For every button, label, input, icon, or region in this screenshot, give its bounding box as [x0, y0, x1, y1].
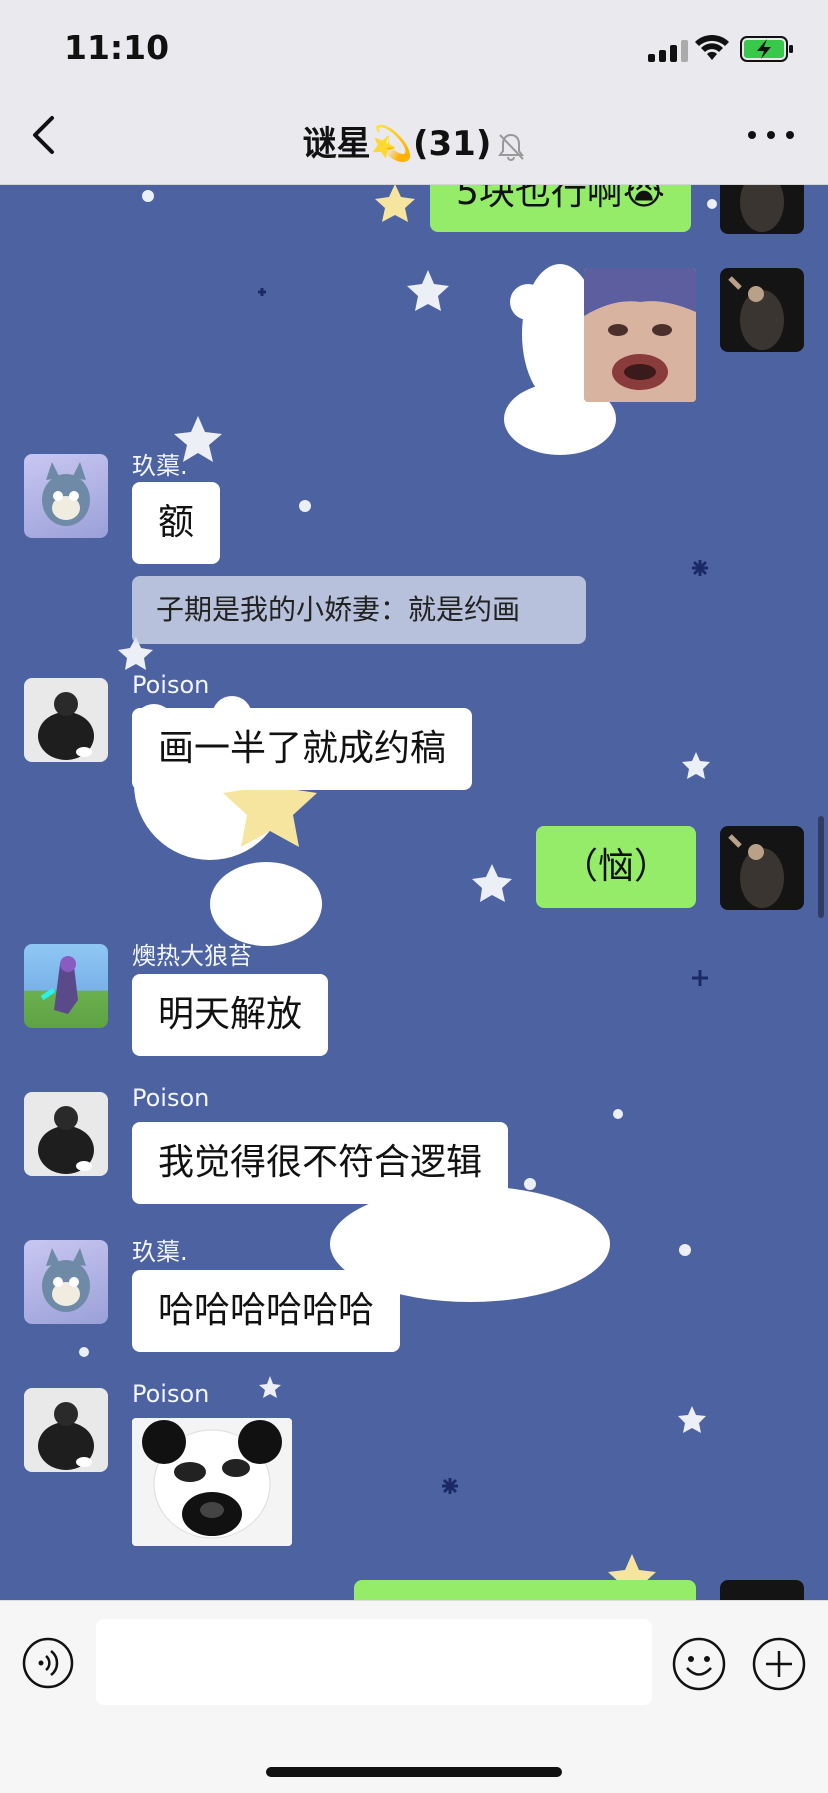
chat-title: 谜星💫(31) [0, 116, 828, 165]
my-sticker-image[interactable] [584, 268, 696, 402]
sender-avatar[interactable] [24, 1092, 108, 1176]
sender-name: 玖蕖. [132, 1238, 188, 1266]
input-bar [0, 1600, 828, 1793]
home-indicator[interactable] [266, 1767, 562, 1777]
member-count: (31) [412, 124, 492, 164]
sender-avatar[interactable] [24, 1388, 108, 1472]
sender-avatar[interactable] [24, 1240, 108, 1324]
voice-input-icon[interactable] [22, 1637, 74, 1689]
sender-name: 玖蕖. [132, 452, 188, 480]
quoted-reply[interactable]: 子期是我的小娇妻：就是约画 [132, 576, 586, 644]
sender-avatar[interactable] [24, 944, 108, 1028]
my-message-bubble[interactable]: 5块也行啊😭 [430, 184, 691, 232]
top-bar: 11:10 谜星💫(31) [0, 0, 828, 185]
my-message-bubble[interactable] [354, 1580, 696, 1600]
my-avatar[interactable] [720, 184, 804, 234]
sender-avatar[interactable] [24, 454, 108, 538]
sender-avatar[interactable] [24, 678, 108, 762]
message-bubble[interactable]: 明天解放 [132, 974, 329, 1056]
my-avatar[interactable] [720, 1580, 804, 1600]
message-bubble[interactable]: 额 [132, 482, 221, 564]
sender-name: Poison [132, 1380, 210, 1408]
message-bubble[interactable]: 我觉得很不符合逻辑 [132, 1122, 509, 1204]
sender-name: Poison [132, 1084, 210, 1112]
sender-name: 燠热大狼苔 [132, 942, 252, 970]
more-options-icon[interactable] [748, 124, 794, 146]
message-bubble[interactable]: 哈哈哈哈哈哈 [132, 1270, 401, 1352]
panda-meme-sticker[interactable] [132, 1418, 292, 1546]
group-name: 谜星💫 [302, 124, 413, 164]
my-message-bubble[interactable]: （恼） [536, 826, 697, 908]
message-bubble[interactable]: 画一半了就成约稿 [132, 708, 473, 790]
my-avatar[interactable] [720, 826, 804, 910]
my-avatar[interactable] [720, 268, 804, 352]
add-attachment-icon[interactable] [752, 1637, 806, 1691]
battery-charging-icon [740, 36, 793, 62]
emoji-icon[interactable] [672, 1637, 726, 1691]
sender-name: Poison [132, 671, 210, 699]
mute-bell-icon [498, 133, 525, 161]
wallpaper-decoration [79, 184, 717, 1600]
cellular-signal-icon [648, 40, 688, 62]
wifi-icon [695, 34, 729, 60]
message-input[interactable] [96, 1619, 652, 1705]
scroll-indicator[interactable] [818, 816, 824, 918]
status-time: 11:10 [64, 28, 170, 67]
chat-message-list[interactable]: 5块也行啊😭 玖蕖. 额 子期是我的小娇妻：就是约画 Poison 画一半了就成… [0, 184, 828, 1600]
